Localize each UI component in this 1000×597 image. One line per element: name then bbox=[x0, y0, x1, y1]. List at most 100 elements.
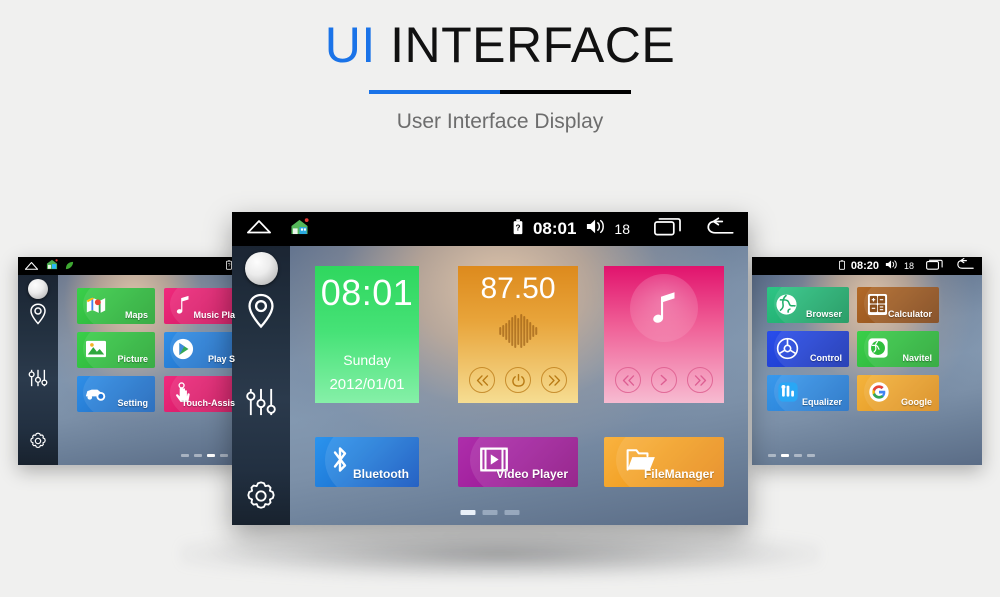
app-tile-label: Control bbox=[810, 353, 842, 363]
page-title-rest: INTERFACE bbox=[375, 17, 676, 73]
recents-icon[interactable] bbox=[654, 217, 681, 241]
svg-text:?: ? bbox=[228, 263, 231, 269]
app-tile-browser[interactable]: Browser bbox=[767, 287, 849, 323]
app-tile-google[interactable]: Google bbox=[857, 375, 939, 411]
app-tile-calculator[interactable]: Calculator bbox=[857, 287, 939, 323]
radio-tile[interactable]: 87.50 bbox=[458, 266, 578, 403]
dock-tile-label: Video Player bbox=[496, 467, 568, 481]
page-dot-active[interactable] bbox=[460, 510, 476, 515]
app-tile-label: Play S bbox=[207, 354, 235, 364]
music-note-icon bbox=[630, 274, 698, 342]
page-dot[interactable] bbox=[194, 454, 202, 457]
statusbar-time: 08:20 bbox=[850, 260, 879, 272]
center-device-page-dots[interactable] bbox=[460, 510, 520, 515]
rotary-knob[interactable] bbox=[244, 252, 278, 285]
right-device: 08:20 18 Browser Calculator Control Navi… bbox=[752, 257, 982, 465]
center-device-statusbar: ? 08:01 18 bbox=[232, 212, 748, 246]
left-device-page-dots[interactable] bbox=[181, 454, 228, 457]
app-tile-label: Navitel bbox=[902, 353, 932, 363]
house-app-icon[interactable] bbox=[290, 218, 309, 240]
back-arrow-icon[interactable] bbox=[707, 217, 734, 241]
back-arrow-icon[interactable] bbox=[957, 257, 974, 275]
app-tile-play-store[interactable]: Play S bbox=[164, 332, 240, 368]
device-ground-shadow bbox=[180, 528, 820, 580]
music-controls[interactable] bbox=[604, 367, 724, 393]
sidebar-item-settings[interactable] bbox=[244, 479, 278, 518]
svg-text:?: ? bbox=[515, 223, 520, 232]
page-dot[interactable] bbox=[768, 454, 776, 457]
globe-icon bbox=[775, 293, 798, 316]
app-tile-control[interactable]: Control bbox=[767, 331, 849, 367]
page-subtitle: User Interface Display bbox=[396, 110, 604, 133]
clock-tile-weekday: Sunday bbox=[343, 352, 391, 368]
google-icon bbox=[868, 381, 890, 403]
play-store-icon bbox=[172, 338, 194, 360]
app-tile-label: Equalizer bbox=[801, 397, 842, 407]
left-device-app-grid: Maps Music Pla Picture Play S Setting To… bbox=[18, 275, 240, 465]
right-statusbar-right-group: 08:20 18 bbox=[838, 257, 974, 275]
center-device-sidebar[interactable] bbox=[232, 246, 290, 525]
prev-icon[interactable] bbox=[469, 367, 495, 393]
speaker-icon[interactable] bbox=[586, 218, 606, 240]
right-device-page-dots[interactable] bbox=[768, 454, 815, 457]
recents-icon[interactable] bbox=[926, 257, 943, 275]
music-tile[interactable] bbox=[604, 266, 724, 403]
app-tile-label: Browser bbox=[805, 309, 842, 319]
dock-tile-label: FileManager bbox=[643, 467, 714, 481]
dock-tile-filemanager[interactable]: FileManager bbox=[604, 437, 724, 487]
page-root: UI INTERFACE User Interface Display ? Ma… bbox=[0, 0, 1000, 597]
next-icon[interactable] bbox=[687, 367, 713, 393]
center-statusbar-left-group bbox=[246, 218, 309, 240]
picture-icon bbox=[85, 339, 107, 359]
page-dot[interactable] bbox=[220, 454, 228, 457]
prev-icon[interactable] bbox=[615, 367, 641, 393]
app-tile-touch-assistant[interactable]: Touch-Assis bbox=[164, 376, 240, 412]
center-statusbar-right-group: ? 08:01 18 bbox=[513, 217, 734, 241]
sidebar-item-equalizer[interactable] bbox=[245, 386, 277, 423]
right-device-app-grid: Browser Calculator Control Navitel Equal… bbox=[752, 275, 982, 465]
next-icon[interactable] bbox=[541, 367, 567, 393]
app-tile-equalizer[interactable]: Equalizer bbox=[767, 375, 849, 411]
right-device-statusbar: 08:20 18 bbox=[752, 257, 982, 275]
house-app-icon[interactable] bbox=[46, 257, 58, 275]
statusbar-volume: 18 bbox=[903, 261, 914, 271]
notification-leaf-icon bbox=[65, 257, 74, 275]
home-outline-icon[interactable] bbox=[246, 219, 272, 239]
app-tile-label: Google bbox=[901, 397, 932, 407]
dock-tile-bluetooth[interactable]: Bluetooth bbox=[315, 437, 419, 487]
power-icon[interactable] bbox=[505, 367, 531, 393]
app-tile-music-player[interactable]: Music Pla bbox=[164, 288, 240, 324]
page-dot[interactable] bbox=[794, 454, 802, 457]
app-tile-label: Calculator bbox=[887, 309, 932, 319]
sidebar-item-navigation[interactable] bbox=[246, 293, 276, 334]
page-dot[interactable] bbox=[807, 454, 815, 457]
page-dot[interactable] bbox=[482, 510, 498, 515]
play-icon[interactable] bbox=[651, 367, 677, 393]
radio-controls[interactable] bbox=[458, 367, 578, 393]
page-dot[interactable] bbox=[181, 454, 189, 457]
app-tile-picture[interactable]: Picture bbox=[77, 332, 155, 368]
speaker-icon[interactable] bbox=[885, 257, 898, 275]
home-outline-icon[interactable] bbox=[24, 257, 39, 275]
clock-tile[interactable]: 08:01 Sunday 2012/01/01 bbox=[315, 266, 419, 403]
app-tile-label: Picture bbox=[117, 354, 148, 364]
app-tile-navitel[interactable]: Navitel bbox=[857, 331, 939, 367]
app-tile-label: Music Pla bbox=[193, 310, 235, 320]
page-dot[interactable] bbox=[504, 510, 520, 515]
left-device-statusbar: ? bbox=[18, 257, 240, 275]
navitel-icon bbox=[867, 337, 889, 359]
divider-black-segment bbox=[500, 90, 631, 94]
music-note-icon bbox=[172, 294, 194, 316]
page-title-highlight: UI bbox=[324, 17, 376, 73]
clock-tile-date: 2012/01/01 bbox=[329, 376, 405, 393]
page-dot-active[interactable] bbox=[781, 454, 789, 457]
page-dot-active[interactable] bbox=[207, 454, 215, 457]
page-header: UI INTERFACE User Interface Display bbox=[0, 0, 1000, 134]
radio-tile-frequency: 87.50 bbox=[480, 272, 556, 305]
radio-waveform-icon bbox=[499, 314, 537, 348]
dock-tile-video-player[interactable]: Video Player bbox=[458, 437, 578, 487]
statusbar-time: 08:01 bbox=[532, 219, 577, 238]
divider-blue-segment bbox=[369, 90, 500, 94]
app-tile-setting[interactable]: Setting bbox=[77, 376, 155, 412]
app-tile-maps[interactable]: Maps bbox=[77, 288, 155, 324]
